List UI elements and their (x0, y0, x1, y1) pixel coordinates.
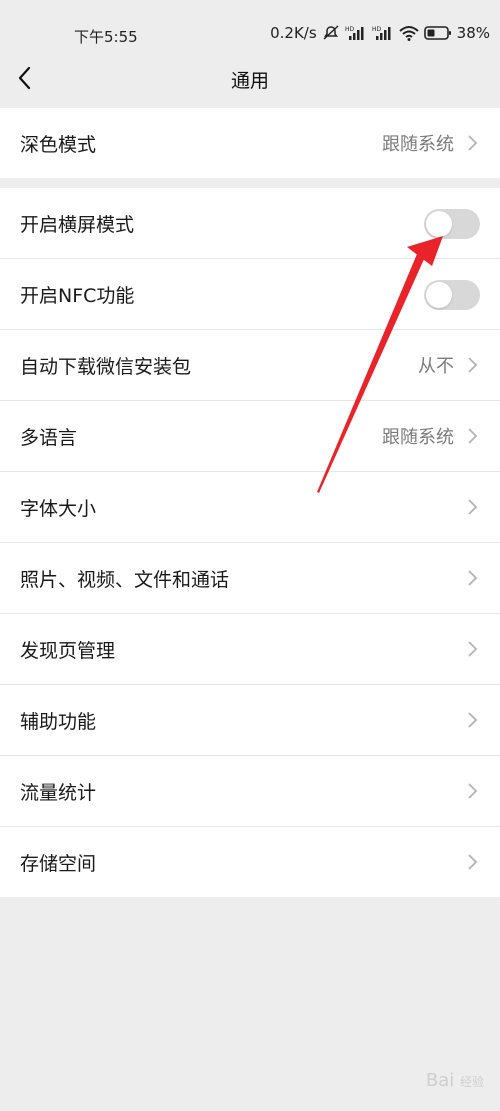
language-label: 多语言 (20, 426, 78, 449)
settings-group-display: 深色模式 跟随系统 (0, 108, 500, 178)
chevron-right-icon (468, 428, 478, 444)
dark-mode-label: 深色模式 (20, 133, 97, 156)
network-speed: 0.2K/s (270, 24, 317, 42)
auto-download-row[interactable]: 自动下载微信安装包 从不 (0, 330, 500, 401)
language-value: 跟随系统 (382, 427, 454, 448)
font-size-row[interactable]: 字体大小 (0, 472, 500, 543)
chevron-right-icon (468, 570, 478, 586)
nfc-row: 开启NFC功能 (0, 259, 500, 330)
page-title: 通用 (230, 70, 269, 92)
svg-text:HD: HD (372, 26, 382, 33)
chevron-right-icon (468, 135, 478, 151)
nav-bar: 通用 (0, 54, 500, 106)
landscape-mode-row: 开启横屏模式 (0, 188, 500, 259)
chevron-right-icon (468, 854, 478, 870)
settings-group-general: 开启横屏模式 开启NFC功能 自动下载微信安装包 从不 多语言 跟随系统 字体大… (0, 188, 500, 897)
storage-row[interactable]: 存储空间 (0, 827, 500, 897)
font-size-label: 字体大小 (20, 497, 97, 520)
wifi-icon (398, 26, 419, 41)
dark-mode-value: 跟随系统 (382, 134, 454, 155)
signal-hd-icon: HD (372, 26, 391, 40)
data-usage-label: 流量统计 (20, 781, 97, 804)
media-files-calls-row[interactable]: 照片、视频、文件和通话 (0, 543, 500, 614)
chevron-right-icon (468, 712, 478, 728)
watermark-text: Bai (425, 1070, 455, 1091)
chevron-right-icon (468, 499, 478, 515)
data-usage-row[interactable]: 流量统计 (0, 756, 500, 827)
toggle-knob (426, 211, 452, 237)
chevron-right-icon (468, 641, 478, 657)
storage-label: 存储空间 (20, 852, 97, 875)
toggle-knob (426, 282, 452, 308)
discover-management-row[interactable]: 发现页管理 (0, 614, 500, 685)
accessibility-row[interactable]: 辅助功能 (0, 685, 500, 756)
chevron-right-icon (468, 783, 478, 799)
watermark-logo: Bai 经验 (426, 1070, 484, 1091)
watermark-sub: 经验 (459, 1075, 484, 1089)
battery-percent: 38% (456, 24, 490, 42)
dark-mode-row[interactable]: 深色模式 跟随系统 (0, 108, 500, 178)
language-row[interactable]: 多语言 跟随系统 (0, 401, 500, 472)
signal-hd-icon: HD (345, 26, 364, 40)
discover-management-label: 发现页管理 (20, 639, 116, 662)
mute-icon (323, 25, 339, 40)
landscape-mode-label: 开启横屏模式 (20, 213, 135, 236)
chevron-right-icon (468, 357, 478, 373)
battery-icon (423, 26, 451, 40)
nfc-toggle[interactable] (424, 280, 480, 310)
status-time: 下午5:55 (74, 28, 138, 46)
status-icons: 0.2K/s HD HD 38% (270, 24, 490, 42)
svg-text:HD: HD (345, 26, 355, 33)
auto-download-label: 自动下载微信安装包 (20, 355, 192, 378)
accessibility-label: 辅助功能 (20, 710, 97, 733)
nfc-label: 开启NFC功能 (20, 284, 135, 307)
landscape-mode-toggle[interactable] (424, 209, 480, 239)
media-files-calls-label: 照片、视频、文件和通话 (20, 568, 230, 591)
auto-download-value: 从不 (418, 356, 454, 377)
